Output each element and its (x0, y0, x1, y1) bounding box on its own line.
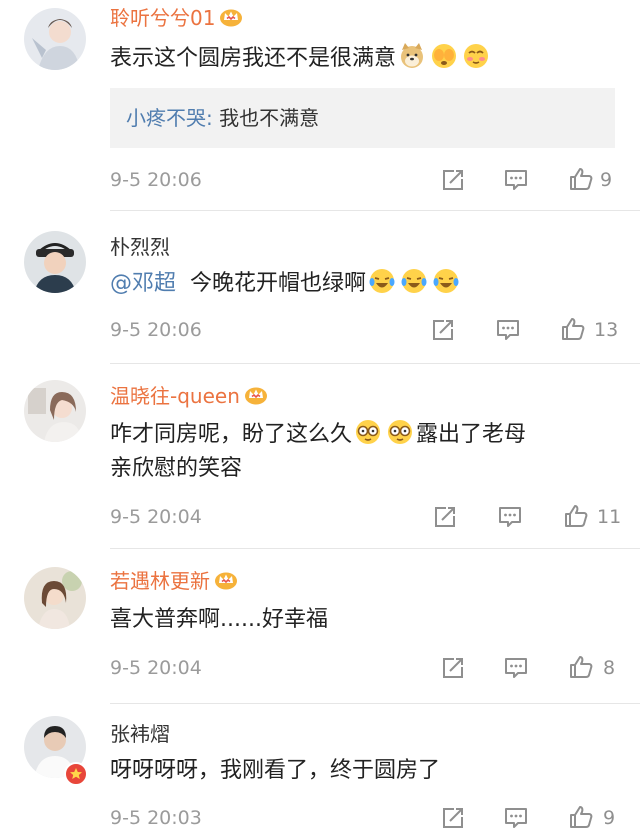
username[interactable]: 张袆熠 (110, 722, 170, 746)
reply-box[interactable]: 小疼不哭: 我也不满意 (110, 88, 615, 148)
like-button[interactable] (560, 316, 586, 342)
like-count: 11 (597, 506, 622, 528)
comment-item: 温晓往-queen 咋才同房呢，盼了这么久 露出了老母 亲欣慰的笑容 9-5 20:… (0, 364, 640, 549)
comment-button[interactable] (497, 504, 523, 530)
comment-text: 表示这个圆房我还不是很满意 (110, 42, 610, 76)
vip-crown-icon (219, 7, 243, 27)
comment-text: 呀呀呀呀，我刚看了，终于圆房了 (110, 758, 441, 783)
avatar[interactable] (24, 567, 86, 629)
share-icon (440, 805, 466, 831)
like-button[interactable] (568, 166, 594, 192)
like-count: 9 (600, 169, 613, 191)
doge-emoji-icon (398, 42, 426, 70)
comment-button[interactable] (503, 805, 529, 831)
thumbs-up-icon (568, 654, 594, 680)
glasses-emoji-icon (386, 418, 414, 446)
share-icon (440, 167, 466, 193)
timestamp: 9-5 20:06 (110, 319, 202, 341)
cover-face-emoji-icon (430, 42, 458, 70)
share-icon (430, 317, 456, 343)
username[interactable]: 若遇林更新 (110, 569, 238, 593)
comment-item: 若遇林更新 喜大普奔啊......好幸福 9-5 20:04 8 (0, 549, 640, 704)
thumbs-up-icon (560, 316, 586, 342)
shy-emoji-icon (462, 42, 490, 70)
verified-badge-icon (64, 762, 88, 786)
share-button[interactable] (440, 805, 466, 831)
thumbs-up-icon (563, 503, 589, 529)
like-count: 13 (594, 319, 619, 341)
thumbs-up-icon (568, 804, 594, 830)
comment-text: @邓超 今晚花开帽也绿啊 (110, 267, 610, 301)
avatar[interactable] (24, 231, 86, 293)
vip-crown-icon (244, 385, 268, 405)
comment-button[interactable] (503, 167, 529, 193)
like-button[interactable] (563, 503, 589, 529)
share-button[interactable] (440, 167, 466, 193)
share-icon (440, 655, 466, 681)
mention-link[interactable]: @邓超 (110, 271, 176, 296)
timestamp: 9-5 20:03 (110, 807, 202, 829)
username[interactable]: 聆听兮兮01 (110, 6, 243, 30)
share-button[interactable] (430, 317, 456, 343)
glasses-emoji-icon (354, 418, 382, 446)
comment-icon (503, 167, 529, 193)
comment-icon (497, 504, 523, 530)
comment-item: 聆听兮兮01 表示这个圆房我还不是很满意 小疼不哭: 我也不满意 9-5 20:… (0, 0, 640, 211)
avatar[interactable] (24, 380, 86, 442)
avatar[interactable] (24, 8, 86, 70)
vip-crown-icon (214, 570, 238, 590)
comment-button[interactable] (495, 317, 521, 343)
share-icon (432, 504, 458, 530)
username[interactable]: 朴烈烈 (110, 235, 170, 259)
reply-username[interactable]: 小疼不哭: (126, 106, 213, 130)
comment-item: 朴烈烈 @邓超 今晚花开帽也绿啊 9-5 20:06 13 (0, 211, 640, 364)
share-button[interactable] (432, 504, 458, 530)
comment-icon (503, 805, 529, 831)
comment-text: 喜大普奔啊......好幸福 (110, 607, 328, 632)
like-button[interactable] (568, 804, 594, 830)
timestamp: 9-5 20:06 (110, 169, 202, 191)
laugh-cry-emoji-icon (432, 267, 460, 295)
comment-text: 咋才同房呢，盼了这么久 露出了老母 亲欣慰的笑容 (110, 418, 610, 486)
like-button[interactable] (568, 654, 594, 680)
laugh-cry-emoji-icon (400, 267, 428, 295)
thumbs-up-icon (568, 166, 594, 192)
timestamp: 9-5 20:04 (110, 657, 202, 679)
like-count: 8 (603, 657, 616, 679)
laugh-cry-emoji-icon (368, 267, 396, 295)
comment-button[interactable] (503, 655, 529, 681)
comment-icon (495, 317, 521, 343)
username[interactable]: 温晓往-queen (110, 384, 268, 408)
like-count: 9 (603, 807, 616, 829)
reply-text: 我也不满意 (212, 106, 320, 130)
comment-icon (503, 655, 529, 681)
share-button[interactable] (440, 655, 466, 681)
timestamp: 9-5 20:04 (110, 506, 202, 528)
comment-item: 张袆熠 呀呀呀呀，我刚看了，终于圆房了 9-5 20:03 9 (0, 704, 640, 837)
